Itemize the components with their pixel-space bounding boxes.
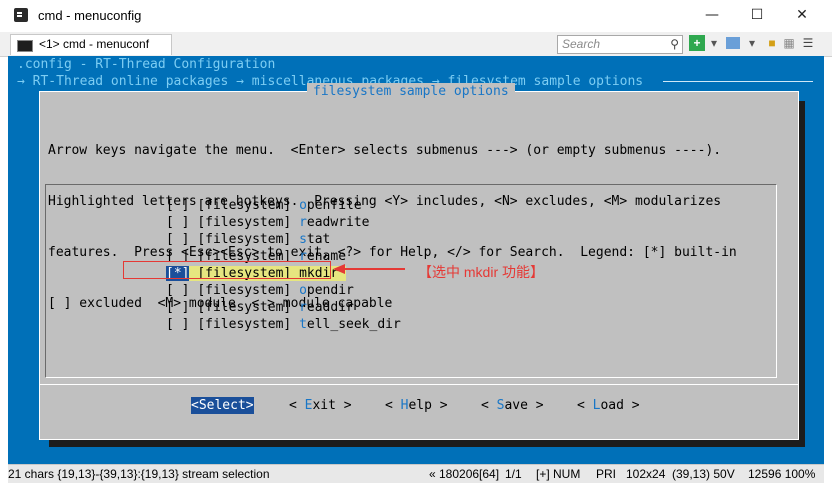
status-selection: 21 chars {19,13}-{39,13}:{19,13} stream …: [8, 467, 270, 481]
checkbox[interactable]: [174, 198, 182, 213]
tab-bar: <1> cmd - menuconf Search ⚲ + ▾ ▾ ■ ▦ ☰: [0, 32, 832, 57]
menu-item-opendir[interactable]: [ ] [filesystem] opendir: [166, 282, 401, 299]
dropdown-arrow-icon[interactable]: ▾: [706, 35, 722, 51]
exit-button[interactable]: < Exit >: [289, 397, 352, 414]
item-prefix: [filesystem]: [197, 215, 300, 230]
load-button[interactable]: < Load >: [577, 397, 640, 414]
menu-list-box: [ ] [filesystem] openfile [ ] [filesyste…: [45, 184, 777, 378]
console-app-icon: [14, 8, 28, 22]
item-prefix: [filesystem]: [197, 198, 300, 213]
item-prefix: [filesystem]: [197, 300, 300, 315]
terminal-area[interactable]: .config - RT-Thread Configuration → RT-T…: [8, 56, 824, 464]
checkbox[interactable]: [174, 317, 182, 332]
maximize-button[interactable]: ☐: [742, 4, 772, 26]
lock-icon[interactable]: ■: [764, 35, 780, 51]
window-title: cmd - menuconfig: [38, 8, 142, 23]
menu-icon[interactable]: ☰: [800, 35, 816, 51]
terminal-icon: [17, 40, 33, 52]
search-placeholder: Search: [562, 37, 601, 51]
search-icon: ⚲: [670, 37, 679, 51]
item-prefix: [filesystem]: [197, 317, 300, 332]
breadcrumb-rule: [663, 81, 813, 82]
status-bar: 21 chars {19,13}-{39,13}:{19,13} stream …: [8, 464, 824, 483]
status-cursor: (39,13) 50V: [672, 467, 735, 481]
menu-item-readdir[interactable]: [ ] [filesystem] readdir: [166, 299, 401, 316]
item-hotkey: o: [299, 283, 307, 298]
tab-cmd-menuconfig[interactable]: <1> cmd - menuconf: [10, 34, 172, 55]
menu-item-openfile[interactable]: [ ] [filesystem] openfile: [166, 197, 401, 214]
save-button[interactable]: < Save >: [481, 397, 544, 414]
config-header: .config - RT-Thread Configuration: [17, 57, 276, 72]
checkbox[interactable]: [174, 283, 182, 298]
item-prefix: [filesystem]: [197, 232, 300, 247]
arrow-left-icon: [333, 264, 405, 274]
checkbox[interactable]: [174, 215, 182, 230]
item-label: penfile: [306, 198, 362, 213]
new-console-icon[interactable]: +: [689, 35, 705, 51]
button-row: <Select> < Exit > < Help > < Save > < Lo…: [40, 397, 798, 414]
item-label: pendir: [306, 283, 354, 298]
search-input[interactable]: Search ⚲: [557, 35, 683, 54]
item-label: eaddir: [306, 300, 354, 315]
item-hotkey: o: [299, 198, 307, 213]
tab-label: <1> cmd - menuconf: [39, 37, 150, 51]
item-hotkey: t: [299, 317, 307, 332]
help-line: Arrow keys navigate the menu. <Enter> se…: [48, 143, 722, 158]
dialog-shadow-right: [798, 101, 805, 447]
layout-dropdown-icon[interactable]: ▾: [744, 35, 760, 51]
help-button[interactable]: < Help >: [385, 397, 448, 414]
highlight-box: [123, 261, 331, 279]
checkbox[interactable]: [174, 300, 182, 315]
status-size: 102x24: [626, 467, 666, 481]
menu-item-tell-seek-dir[interactable]: [ ] [filesystem] tell_seek_dir: [166, 316, 401, 333]
window-layout-icon[interactable]: [726, 37, 740, 49]
item-label: ell_seek_dir: [306, 317, 401, 332]
button-divider: [40, 384, 798, 385]
title-bar: cmd - menuconfig — ☐ ✕: [0, 0, 832, 32]
annotation-text: 【选中 mkdir 功能】: [418, 264, 544, 280]
checkbox[interactable]: [174, 232, 182, 247]
item-hotkey: r: [299, 215, 307, 230]
item-hotkey: s: [299, 232, 307, 247]
status-build: « 180206[64]: [429, 467, 500, 481]
status-zoom: 12596 100%: [748, 467, 816, 481]
item-label: eadwrite: [306, 215, 370, 230]
close-button[interactable]: ✕: [787, 4, 817, 26]
panel-icon[interactable]: ▦: [781, 35, 797, 51]
dialog-title: filesystem sample options: [307, 83, 515, 100]
menu-item-readwrite[interactable]: [ ] [filesystem] readwrite: [166, 214, 401, 231]
minimize-button[interactable]: —: [697, 4, 727, 26]
menu-item-stat[interactable]: [ ] [filesystem] stat: [166, 231, 401, 248]
status-pri: PRI: [596, 467, 617, 481]
status-page: 1/1: [505, 467, 522, 481]
item-hotkey: r: [299, 300, 307, 315]
select-button[interactable]: <Select>: [191, 397, 254, 414]
status-flags: [+] NUM: [536, 467, 581, 481]
item-label: tat: [306, 232, 331, 247]
item-prefix: [filesystem]: [197, 283, 300, 298]
